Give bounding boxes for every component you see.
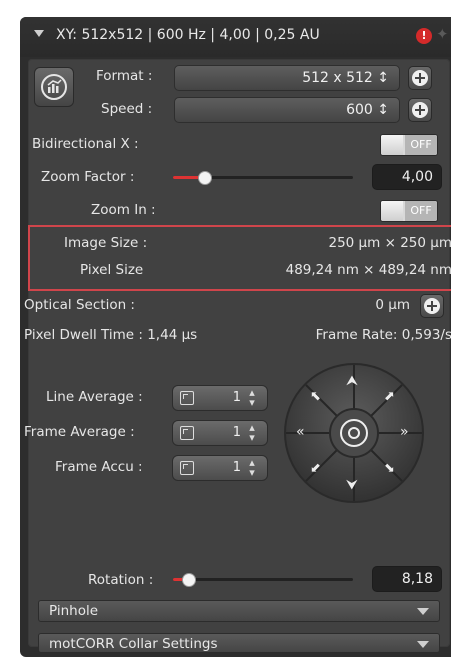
speed-label: Speed : [101,101,153,117]
frame-rate: Frame Rate: 0,593/s [315,327,451,343]
bidirectional-label: Bidirectional X : [32,136,139,152]
average-mode-icon [180,461,194,475]
auto-format-button[interactable] [34,67,74,107]
motcorr-section[interactable]: motCORR Collar Settings [38,633,440,653]
slider-track [173,578,353,581]
rotation-slider[interactable] [173,572,353,588]
image-size-value: 250 µm × 250 µm [328,235,451,251]
optical-section-value: 0 µm [375,297,410,313]
format-label: Format : [96,68,153,84]
pan-down-icon[interactable]: ⮟ [346,477,358,493]
pixel-size-label: Pixel Size [80,262,144,278]
toggle-state: OFF [405,135,437,155]
zoom-factor-input[interactable]: 4,00 [372,164,442,190]
rotation-input[interactable]: 8,18 [372,566,442,592]
expand-triangle-icon [417,608,429,615]
format-select[interactable]: 512 x 512 ↕ [174,65,400,91]
up-down-arrows-icon[interactable]: ▴ ▾ [247,457,257,478]
section-label: Pinhole [49,603,99,619]
pan-down-right-icon[interactable]: ⬊ [384,461,395,476]
section-label: motCORR Collar Settings [49,636,218,652]
frame-accu-stepper[interactable]: 1 ▴ ▾ [172,455,268,481]
plus-icon [412,102,428,118]
format-add-button[interactable] [408,66,432,90]
toggle-knob [381,201,403,221]
frame-average-label: Frame Average : [24,424,135,440]
plus-icon [412,70,428,86]
optical-section-add-button[interactable] [420,294,444,318]
stepper-value: 1 [232,390,241,405]
image-size-label: Image Size : [64,235,148,251]
stepper-value: 1 [232,425,241,440]
pan-left-icon[interactable]: « [296,424,305,440]
line-average-label: Line Average : [46,389,143,405]
pixel-size-value: 489,24 nm × 489,24 nm [285,262,451,278]
panel-header[interactable]: XY: 512x512 | 600 Hz | 4,00 | 0,25 AU ! … [20,17,451,57]
toggle-state: OFF [405,201,437,221]
slider-handle[interactable] [198,171,212,185]
info-icon[interactable]: ! [416,28,432,44]
toggle-knob [381,135,403,155]
pan-right-icon[interactable]: » [400,424,409,440]
average-mode-icon [180,391,194,405]
settings-body: Format : 512 x 512 ↕ Speed : 600 ↕ Bidir… [24,59,451,653]
pan-control-pad[interactable]: ⮝ ⮟ « » ⬉ ⬈ ⬋ ⬊ [284,363,424,503]
expand-triangle-icon [417,641,429,648]
center-reset-icon[interactable] [340,419,368,447]
zoom-in-toggle[interactable]: OFF [380,200,438,222]
frame-accu-label: Frame Accu : [55,459,143,475]
chart-settings-icon [41,74,67,100]
optical-section-label: Optical Section : [24,297,135,313]
zoom-factor-slider[interactable] [173,170,353,186]
rotation-label: Rotation : [88,572,154,588]
stepper-value: 1 [232,460,241,475]
up-down-arrows-icon[interactable]: ▴ ▾ [247,387,257,408]
frame-average-stepper[interactable]: 1 ▴ ▾ [172,420,268,446]
speed-select[interactable]: 600 ↕ [174,97,400,123]
bidirectional-toggle[interactable]: OFF [380,134,438,156]
zoom-factor-label: Zoom Factor : [41,169,135,185]
up-down-arrows-icon[interactable]: ▴ ▾ [247,422,257,443]
pan-down-left-icon[interactable]: ⬋ [310,461,321,476]
pin-icon[interactable]: ✦ [436,25,449,43]
slider-handle[interactable] [182,573,196,587]
speed-add-button[interactable] [408,98,432,122]
pan-up-icon[interactable]: ⮝ [346,373,358,389]
zoom-in-label: Zoom In : [91,202,156,218]
scan-settings-panel: XY: 512x512 | 600 Hz | 4,00 | 0,25 AU ! … [20,17,451,657]
line-average-stepper[interactable]: 1 ▴ ▾ [172,385,268,411]
pan-up-right-icon[interactable]: ⬈ [384,389,395,404]
plus-icon [424,298,440,314]
collapse-triangle-icon[interactable] [34,30,44,37]
pixel-dwell-time: Pixel Dwell Time : 1,44 µs [24,327,198,343]
pinhole-section[interactable]: Pinhole [38,600,440,622]
panel-title: XY: 512x512 | 600 Hz | 4,00 | 0,25 AU [56,27,320,43]
pan-up-left-icon[interactable]: ⬉ [310,389,321,404]
average-mode-icon [180,426,194,440]
